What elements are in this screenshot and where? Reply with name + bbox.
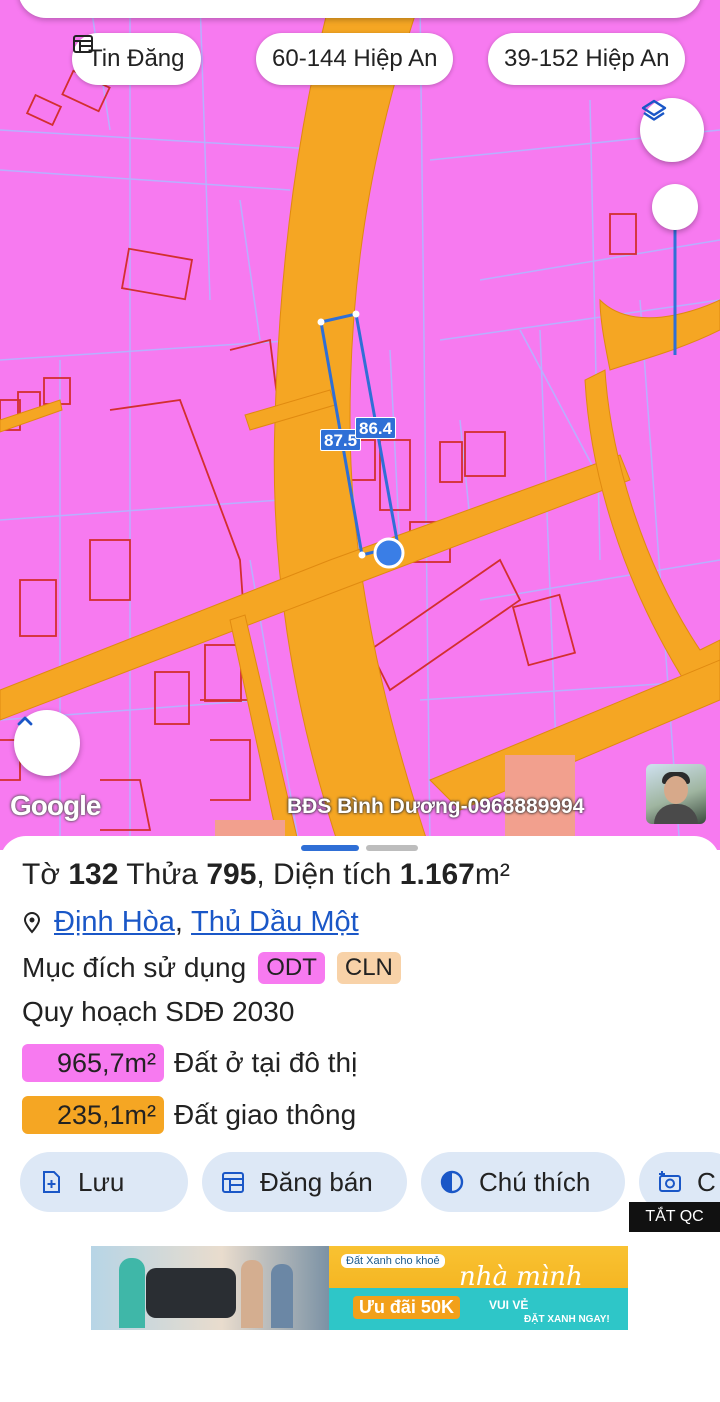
ad-tagline: VUI VẺ <box>489 1298 529 1312</box>
ad-banner[interactable]: Đất Xanh cho khoẻ nhà mình Ưu đãi 50K VU… <box>91 1246 628 1330</box>
parcel-location: Định Hòa, Thủ Dầu Một <box>22 906 359 939</box>
avatar[interactable] <box>646 764 706 824</box>
map-view[interactable]: Tin Đăng 60-144 Hiệp An 39-152 Hiệp An 8… <box>0 0 720 850</box>
plan-title: Quy hoạch SDĐ 2030 <box>22 996 295 1027</box>
google-logo: Google <box>10 790 101 821</box>
post-sale-button[interactable]: Đăng bán <box>202 1152 407 1212</box>
add-file-icon <box>43 1171 60 1193</box>
location-dot[interactable] <box>373 537 405 569</box>
chevron-up-icon <box>17 716 33 726</box>
plan-area-label: Đất ở tại đô thị <box>174 1047 358 1078</box>
ward-link[interactable]: Định Hòa <box>54 906 175 939</box>
save-button[interactable]: Lưu <box>20 1152 188 1212</box>
ad-headline: nhà mình <box>459 1262 583 1292</box>
chip-label: 39-152 Hiệp An <box>504 45 670 72</box>
list-icon <box>73 35 93 53</box>
purpose-tag-odt: ODT <box>258 952 325 984</box>
camera-add-icon <box>659 1171 681 1192</box>
close-ad-button[interactable]: TẮT QC <box>629 1202 720 1232</box>
calendar-icon <box>222 1172 244 1193</box>
location-pin-icon <box>23 911 41 934</box>
ad-photo <box>91 1246 329 1330</box>
measure-label-right: 86.4 <box>355 417 397 439</box>
chip-label: Tin Đăng <box>88 45 185 72</box>
plan-area-value: 235,1m² <box>22 1096 164 1134</box>
legend-button[interactable]: Chú thích <box>421 1152 625 1212</box>
purpose-tag-cln: CLN <box>336 952 401 984</box>
search-bar[interactable] <box>18 0 702 18</box>
sheet-page-indicator[interactable] <box>366 845 418 851</box>
plan-area-value: 965,7m² <box>22 1044 164 1082</box>
contrast-icon <box>440 1170 464 1194</box>
plan-area-label: Đất giao thông <box>174 1099 357 1130</box>
chip-label: 60-144 Hiệp An <box>272 45 438 72</box>
parcel-title: Tờ 132 Thửa 795, Diện tích 1.167m² <box>22 858 510 891</box>
purpose-row: Mục đích sử dụng ODT CLN <box>22 952 401 984</box>
ad-promo: Ưu đãi 50K <box>353 1296 460 1319</box>
ad-cta: ĐẶT XANH NGAY! <box>524 1314 610 1325</box>
parcel-sheet: Tờ 132 Thửa 795, Diện tích 1.167m² Định … <box>0 836 720 1402</box>
watermark-text: BĐS Bình Dương-0968889994 <box>287 795 585 818</box>
ad-graphic: Đất Xanh cho khoẻ nhà mình Ưu đãi 50K VU… <box>329 1246 628 1330</box>
plan-area-row: 235,1m² Đất giao thông <box>22 1096 356 1134</box>
district-link[interactable]: Thủ Dầu Một <box>191 906 359 939</box>
slider-handle[interactable] <box>652 184 698 230</box>
chip-parcel-2[interactable]: 39-152 Hiệp An <box>488 33 686 85</box>
action-bar: Lưu Đăng bán Chú thích C <box>20 1152 720 1212</box>
layers-button[interactable] <box>640 98 704 162</box>
expand-up-button[interactable] <box>14 710 80 776</box>
layers-icon <box>641 99 667 121</box>
chip-parcel-1[interactable]: 60-144 Hiệp An <box>256 33 454 85</box>
ad-tag: Đất Xanh cho khoẻ <box>341 1254 445 1268</box>
chip-tin-dang[interactable]: Tin Đăng <box>72 33 201 85</box>
sheet-page-indicator-active[interactable] <box>301 845 359 851</box>
plan-area-row: 965,7m² Đất ở tại đô thị <box>22 1044 357 1082</box>
